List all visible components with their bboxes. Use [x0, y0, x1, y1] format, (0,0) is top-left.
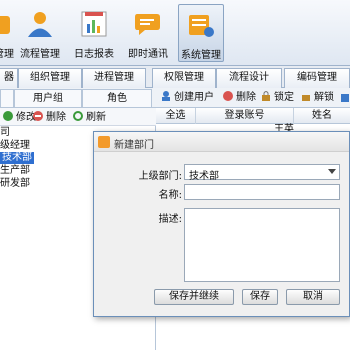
refresh-label: 刷新 [86, 112, 106, 123]
create-user-button[interactable]: 创建用户 [160, 90, 214, 104]
delete-icon [33, 111, 43, 121]
dialog-title: 新建部门 [114, 140, 154, 151]
subtab-departments[interactable] [0, 89, 14, 107]
manage-icon [0, 16, 10, 34]
name-input[interactable] [184, 184, 340, 200]
edit-button[interactable]: 修改 [2, 110, 36, 124]
tab-code-manage[interactable]: 编码管理 [284, 68, 350, 88]
subtab-label: 角色 [107, 93, 127, 104]
column-name[interactable]: 姓名 [294, 108, 350, 124]
column-select-all[interactable]: 全选 [156, 108, 196, 124]
parent-department-select[interactable]: 技术部 [184, 164, 340, 182]
description-textarea[interactable] [184, 208, 340, 282]
toolbar-item-log-report[interactable]: 日志报表 [70, 4, 118, 62]
chevron-down-icon [328, 169, 336, 174]
dialog-titlebar[interactable]: 新建部门 [94, 132, 349, 152]
tree-node[interactable]: 研发部 [0, 178, 30, 190]
unlock-label: 解锁 [314, 92, 334, 103]
toolbar-item-workflow[interactable]: 流程管理 [16, 4, 64, 62]
save-button[interactable]: 保存 [242, 289, 278, 305]
refresh-button[interactable]: 刷新 [72, 110, 106, 124]
delete-icon [223, 91, 233, 101]
description-label: 描述: [158, 214, 182, 225]
unlock-icon [302, 95, 310, 101]
subtab-user-group[interactable]: 用户组 [14, 89, 82, 107]
save-and-continue-button[interactable]: 保存并继续 [154, 289, 234, 305]
main-toolbar: 管理 流程管理 日志报表 即时通讯 系统管理 [0, 0, 350, 66]
tab-label: 器 [4, 72, 14, 83]
toolbar-item-label: 即时通讯 [128, 49, 168, 60]
tab-organization[interactable]: 组织管理 [18, 68, 82, 88]
name-label: 名称: [158, 190, 182, 201]
lock-icon [262, 91, 270, 101]
subtab-role[interactable]: 角色 [82, 89, 152, 107]
edit-icon [3, 111, 13, 121]
refresh-icon [73, 111, 83, 121]
tab-label: 权限管理 [164, 72, 204, 83]
toolbar-item-instant-message[interactable]: 即时通讯 [124, 4, 172, 62]
tab-label: 流程设计 [229, 72, 269, 83]
toolbar-item-manage[interactable]: 管理 [0, 4, 16, 62]
left-subtabs: 用户组 角色 [0, 88, 156, 108]
parent-department-value: 技术部 [189, 171, 219, 182]
more-icon[interactable] [340, 92, 350, 104]
tab-label: 进程管理 [94, 72, 134, 83]
grid-header: 全选 登录账号 姓名 [156, 108, 350, 124]
user-add-icon [162, 91, 170, 101]
app-icon [98, 136, 110, 148]
tab-label: 编码管理 [297, 72, 337, 83]
lock-label: 锁定 [274, 92, 294, 103]
create-user-label: 创建用户 [174, 92, 214, 103]
tree-node-selected[interactable]: 技术部 [0, 152, 34, 164]
tab-flow-design[interactable]: 流程设计 [216, 68, 282, 88]
lock-button[interactable]: 锁定 [260, 90, 294, 104]
tab-label: 组织管理 [30, 72, 70, 83]
toolbar-item-system-manage[interactable]: 系统管理 [178, 4, 224, 62]
people-icon [28, 12, 52, 37]
delete-button[interactable]: 删除 [32, 110, 66, 124]
report-chart-icon [81, 11, 107, 37]
system-settings-icon [189, 15, 214, 37]
new-department-dialog: 新建部门 上级部门: 技术部 名称: 描述: 保存并继续 保存 取消 [93, 131, 350, 317]
toolbar-item-label: 系统管理 [181, 50, 221, 61]
tree-node[interactable]: 生产部 [0, 165, 30, 177]
toolbar-item-label: 流程管理 [20, 49, 60, 60]
tree-node[interactable]: 司 [0, 127, 10, 139]
tab-permission[interactable]: 权限管理 [152, 68, 216, 88]
delete-user-button[interactable]: 删除 [222, 90, 256, 104]
user-toolbar: 创建用户 删除 锁定 解锁 [156, 88, 350, 108]
column-login-account[interactable]: 登录账号 [196, 108, 294, 124]
cancel-button[interactable]: 取消 [286, 289, 340, 305]
toolbar-item-label: 管理 [0, 49, 14, 60]
tree-node[interactable]: 级经理 [0, 140, 30, 152]
delete-user-label: 删除 [236, 92, 256, 103]
parent-department-label: 上级部门: [138, 171, 182, 182]
toolbar-item-label: 日志报表 [74, 49, 114, 60]
unlock-button[interactable]: 解锁 [300, 90, 334, 104]
module-tabs: 器 组织管理 进程管理 权限管理 流程设计 编码管理 [0, 66, 350, 88]
tab-device[interactable]: 器 [0, 68, 18, 88]
department-toolbar: 修改 删除 刷新 [0, 108, 156, 126]
subtab-label: 用户组 [33, 93, 63, 104]
chat-bubble-icon [135, 14, 160, 35]
delete-label: 删除 [46, 112, 66, 123]
tab-process[interactable]: 进程管理 [82, 68, 146, 88]
